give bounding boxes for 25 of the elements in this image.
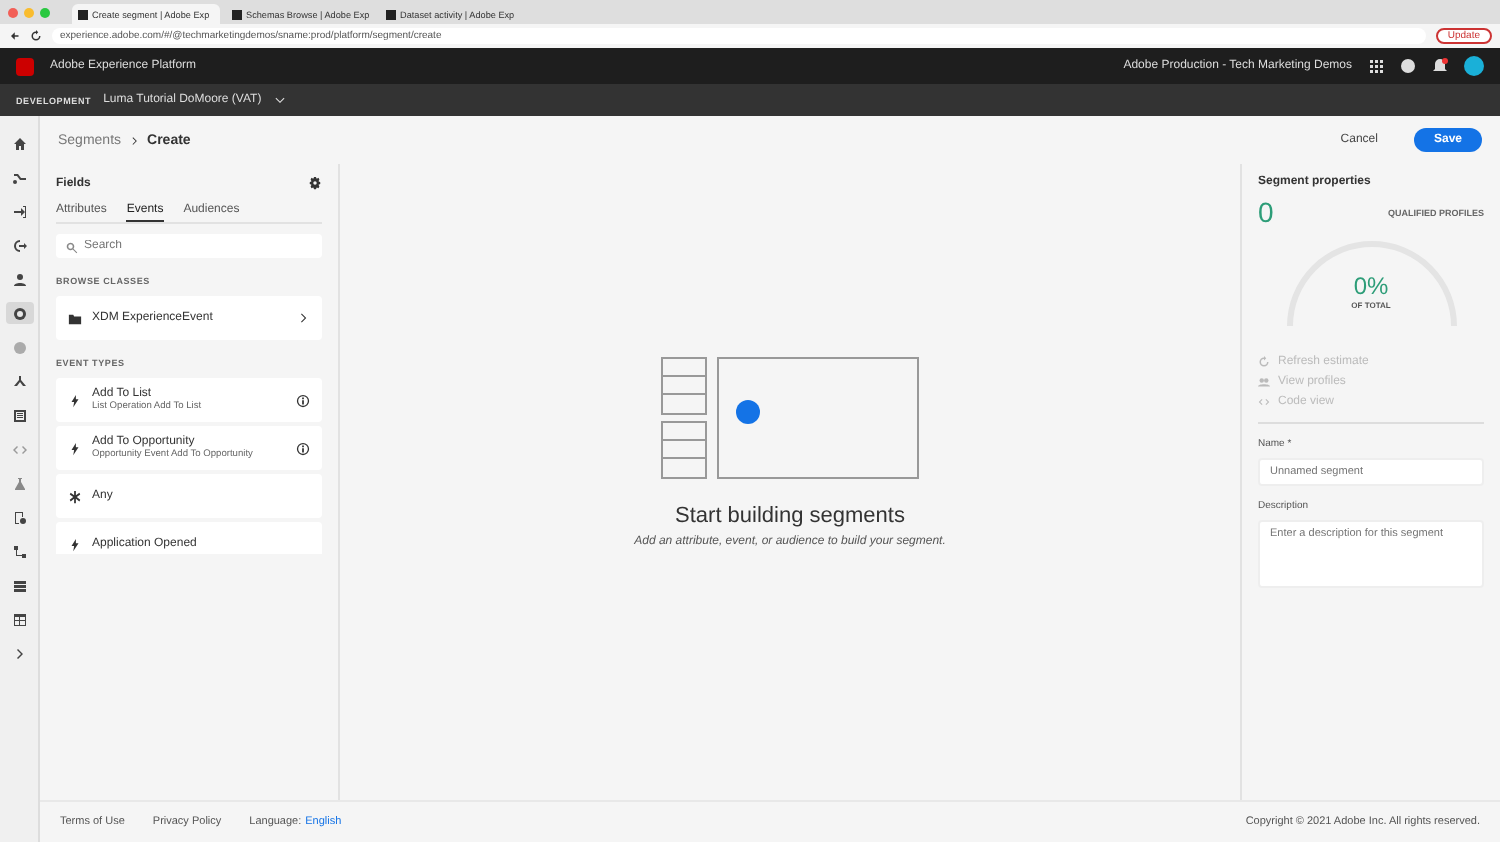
info-icon[interactable] [296, 441, 310, 455]
search-icon [66, 242, 78, 254]
reload-icon[interactable] [30, 30, 42, 42]
profiles-icon [1258, 376, 1270, 388]
code-icon [1258, 396, 1270, 408]
percent-value: 0% [1353, 272, 1389, 300]
lightning-icon [68, 441, 82, 455]
chevron-right-icon [129, 135, 140, 145]
asterisk-icon [68, 489, 82, 503]
chevron-down-icon[interactable] [273, 94, 286, 106]
profile-count: 0 [1258, 196, 1274, 228]
apps-grid-icon[interactable] [1368, 58, 1384, 74]
refresh-icon [1258, 356, 1270, 368]
empty-state-title: Start building segments [675, 504, 905, 528]
chevron-right-icon [298, 312, 310, 324]
bell-icon[interactable] [1432, 58, 1448, 74]
adobe-logo [16, 57, 34, 75]
settings-icon[interactable] [308, 176, 322, 190]
lightning-icon [68, 537, 82, 551]
back-arrow-icon[interactable] [8, 30, 20, 42]
segment-icon[interactable] [5, 302, 33, 324]
folder-icon [68, 311, 82, 325]
info-icon[interactable] [296, 393, 310, 407]
lightning-icon [68, 393, 82, 407]
avatar[interactable] [1464, 56, 1484, 76]
